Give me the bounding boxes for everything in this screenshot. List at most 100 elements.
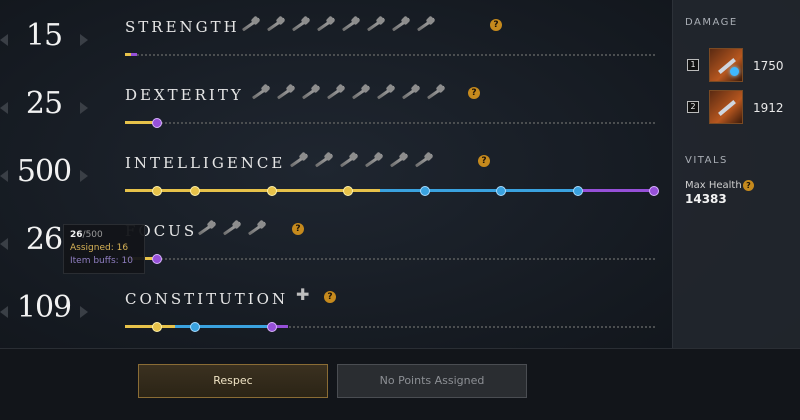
- increase-arrow-icon[interactable]: [80, 34, 88, 46]
- weapon-icons: [196, 219, 268, 237]
- gem-icon: [730, 67, 739, 76]
- attribute-value: 500: [16, 154, 72, 189]
- attribute-value: 25: [25, 86, 63, 121]
- damage-title: DAMAGE: [685, 17, 738, 28]
- progress-node: [649, 186, 659, 196]
- focus-tooltip: 26/500 Assigned: 16 Item buffs: 10: [63, 224, 145, 274]
- rifle-icon: [275, 83, 297, 101]
- help-icon[interactable]: ?: [490, 19, 502, 31]
- progress-node: [496, 186, 506, 196]
- decrease-arrow-icon[interactable]: [0, 34, 8, 46]
- progress-fill-gold: [125, 325, 175, 328]
- life-staff-icon: [196, 219, 218, 237]
- progress-node: [343, 186, 353, 196]
- progress-node: [152, 254, 162, 264]
- tooltip-total: 26/500: [70, 229, 138, 242]
- rapier-icon: [425, 83, 447, 101]
- vitals-title: VITALS: [685, 155, 728, 166]
- help-icon[interactable]: ?: [324, 291, 336, 303]
- war-hammer-icon: [265, 15, 287, 33]
- rifle-icon: [315, 15, 337, 33]
- attribute-name: DEXTERITY: [125, 86, 244, 104]
- decrease-arrow-icon[interactable]: [0, 306, 8, 318]
- progress-node: [152, 322, 162, 332]
- shield-icon: [365, 15, 387, 33]
- decrease-arrow-icon[interactable]: [0, 238, 8, 250]
- sword-icon: [340, 15, 362, 33]
- progress-node: [267, 322, 277, 332]
- increase-arrow-icon[interactable]: [80, 170, 88, 182]
- rapier-icon: [363, 151, 385, 169]
- attribute-row-dexterity: 25 DEXTERITY ?: [0, 78, 672, 138]
- weapon-icons: [250, 83, 447, 101]
- max-health-label: Max Health: [685, 180, 742, 191]
- void-gauntlet-icon: [221, 219, 243, 237]
- attribute-row-constitution: 109 CONSTITUTION ✚ ?: [0, 282, 672, 342]
- attribute-row-strength: 15 STRENGTH ?: [0, 10, 672, 70]
- void-gauntlet-icon: [338, 151, 360, 169]
- hatchet-icon: [375, 83, 397, 101]
- damage-value: 1750: [753, 59, 784, 73]
- weapon-icons: [288, 151, 435, 169]
- weapon-slot-badge: 2: [687, 101, 699, 113]
- weapon-slot-badge: 1: [687, 59, 699, 71]
- tooltip-assigned: Assigned: 16: [70, 243, 129, 253]
- fire-staff-icon: [313, 151, 335, 169]
- help-icon[interactable]: ?: [468, 87, 480, 99]
- spear-icon: [325, 83, 347, 101]
- tooltip-item-buffs: Item buffs: 10: [70, 256, 133, 266]
- decrease-arrow-icon[interactable]: [0, 102, 8, 114]
- tooltip-max: /500: [82, 230, 103, 240]
- bow-icon: [250, 83, 272, 101]
- fire-staff-icon[interactable]: [709, 48, 743, 82]
- progress-track: [125, 258, 655, 260]
- progress-track: [125, 54, 655, 56]
- damage-value: 1912: [753, 101, 784, 115]
- stats-side-panel: DAMAGE 1 1750 2 1912 VITALS Max Health ?…: [672, 0, 800, 348]
- attribute-row-intelligence: 500 INTELLIGENCE ?: [0, 146, 672, 206]
- attribute-name: INTELLIGENCE: [125, 154, 286, 172]
- attribute-name: STRENGTH: [125, 18, 240, 36]
- plus-icon: ✚: [296, 285, 310, 304]
- great-axe-icon: [240, 15, 262, 33]
- attribute-name: CONSTITUTION: [125, 290, 289, 308]
- fire-staff-icon: [288, 151, 310, 169]
- increase-arrow-icon[interactable]: [80, 306, 88, 318]
- ice-gauntlet-icon: [246, 219, 268, 237]
- spear-icon: [415, 15, 437, 33]
- progress-fill-gold: [125, 189, 380, 192]
- progress-node: [420, 186, 430, 196]
- spear-icon: [300, 83, 322, 101]
- progress-node: [190, 186, 200, 196]
- attribute-value: 109: [16, 290, 72, 325]
- progress-node: [573, 186, 583, 196]
- progress-fill: [125, 121, 155, 124]
- progress-fill: [125, 53, 137, 56]
- sword-icon: [400, 83, 422, 101]
- progress-track: [125, 122, 655, 124]
- respec-button[interactable]: Respec: [138, 364, 328, 398]
- bottom-action-bar: Respec No Points Assigned: [0, 348, 800, 420]
- ice-gauntlet-icon: [413, 151, 435, 169]
- no-points-assigned-button[interactable]: No Points Assigned: [337, 364, 527, 398]
- progress-node: [190, 322, 200, 332]
- help-icon[interactable]: ?: [743, 180, 754, 191]
- progress-fill-purple: [576, 189, 654, 192]
- void-gauntlet-icon[interactable]: [709, 90, 743, 124]
- spear-icon: [388, 151, 410, 169]
- hatchet-icon: [290, 15, 312, 33]
- max-health-value: 14383: [685, 192, 727, 206]
- help-icon[interactable]: ?: [292, 223, 304, 235]
- progress-fill-blue: [380, 189, 576, 192]
- rapier-icon: [350, 83, 372, 101]
- attribute-value: 15: [25, 18, 63, 53]
- progress-node: [152, 186, 162, 196]
- progress-node: [152, 118, 162, 128]
- hatchet-icon: [390, 15, 412, 33]
- weapon-icons: [240, 15, 437, 33]
- decrease-arrow-icon[interactable]: [0, 170, 8, 182]
- help-icon[interactable]: ?: [478, 155, 490, 167]
- progress-node: [267, 186, 277, 196]
- increase-arrow-icon[interactable]: [80, 102, 88, 114]
- tooltip-current: 26: [70, 230, 83, 240]
